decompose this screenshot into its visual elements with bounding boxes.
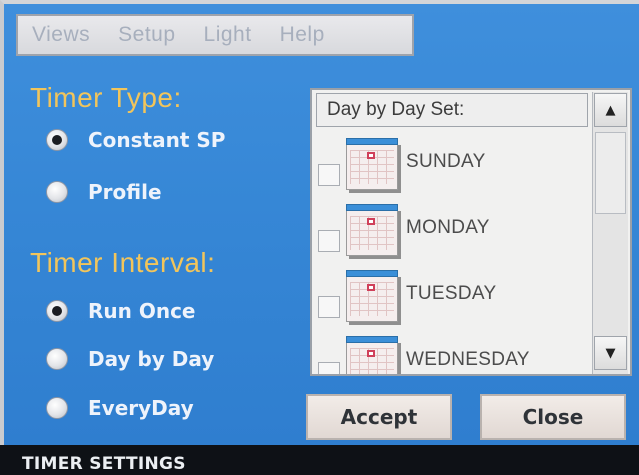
timer-interval-heading: Timer Interval:: [30, 247, 216, 278]
radio-label-day-by-day: Day by Day: [88, 347, 215, 371]
day-list-header: Day by Day Set:: [316, 93, 588, 127]
triangle-up-icon: ▲: [605, 102, 616, 118]
radio-button[interactable]: [46, 181, 68, 203]
day-checkbox[interactable]: [318, 362, 340, 374]
radio-button[interactable]: [46, 397, 68, 419]
menu-setup[interactable]: Setup: [118, 23, 175, 47]
radio-profile[interactable]: Profile: [46, 177, 162, 207]
menu-views[interactable]: Views: [32, 23, 90, 47]
calendar-icon: [342, 270, 400, 324]
day-label-monday: MONDAY: [406, 217, 490, 238]
timer-settings-screen: Views Setup Light Help Timer Type: Const…: [0, 0, 639, 445]
radio-day-by-day[interactable]: Day by Day: [46, 344, 214, 374]
list-item-tuesday[interactable]: TUESDAY: [318, 264, 588, 330]
radio-label-profile: Profile: [88, 180, 162, 204]
scroll-down-button[interactable]: ▼: [594, 336, 627, 370]
day-checkbox[interactable]: [318, 230, 340, 252]
day-label-tuesday: TUESDAY: [406, 283, 497, 304]
radio-constant-sp[interactable]: Constant SP: [46, 125, 225, 155]
day-label-wednesday: WEDNESDAY: [406, 349, 530, 370]
day-checkbox[interactable]: [318, 164, 340, 186]
list-item-wednesday[interactable]: WEDNESDAY: [318, 330, 588, 374]
radio-run-once[interactable]: Run Once: [46, 296, 196, 326]
list-item-monday[interactable]: MONDAY: [318, 198, 588, 264]
day-label-sunday: SUNDAY: [406, 151, 486, 172]
accept-button[interactable]: Accept: [306, 394, 452, 440]
day-list-box[interactable]: Day by Day Set: SUNDAY MONDAY TUESDAY WE…: [310, 88, 632, 376]
menu-light[interactable]: Light: [204, 23, 252, 47]
radio-button-checked[interactable]: [46, 300, 68, 322]
timer-type-heading: Timer Type:: [30, 82, 182, 113]
calendar-icon: [342, 138, 400, 192]
scroll-thumb[interactable]: [595, 132, 626, 214]
day-checkbox[interactable]: [318, 296, 340, 318]
calendar-icon: [342, 336, 400, 374]
list-scrollbar[interactable]: ▲ ▼: [592, 92, 628, 374]
menu-help[interactable]: Help: [280, 23, 325, 47]
radio-label-everyday: EveryDay: [88, 396, 194, 420]
radio-label-constant-sp: Constant SP: [88, 128, 226, 152]
radio-label-run-once: Run Once: [88, 299, 196, 323]
status-bar: TIMER SETTINGS: [0, 445, 639, 475]
radio-everyday[interactable]: EveryDay: [46, 393, 194, 423]
calendar-icon: [342, 204, 400, 258]
radio-button[interactable]: [46, 348, 68, 370]
scroll-up-button[interactable]: ▲: [594, 93, 627, 127]
radio-button-checked[interactable]: [46, 129, 68, 151]
list-item-sunday[interactable]: SUNDAY: [318, 132, 588, 198]
menu-bar: Views Setup Light Help: [16, 14, 414, 56]
triangle-down-icon: ▼: [605, 345, 616, 361]
close-button[interactable]: Close: [480, 394, 626, 440]
screen-title: TIMER SETTINGS: [22, 454, 186, 474]
